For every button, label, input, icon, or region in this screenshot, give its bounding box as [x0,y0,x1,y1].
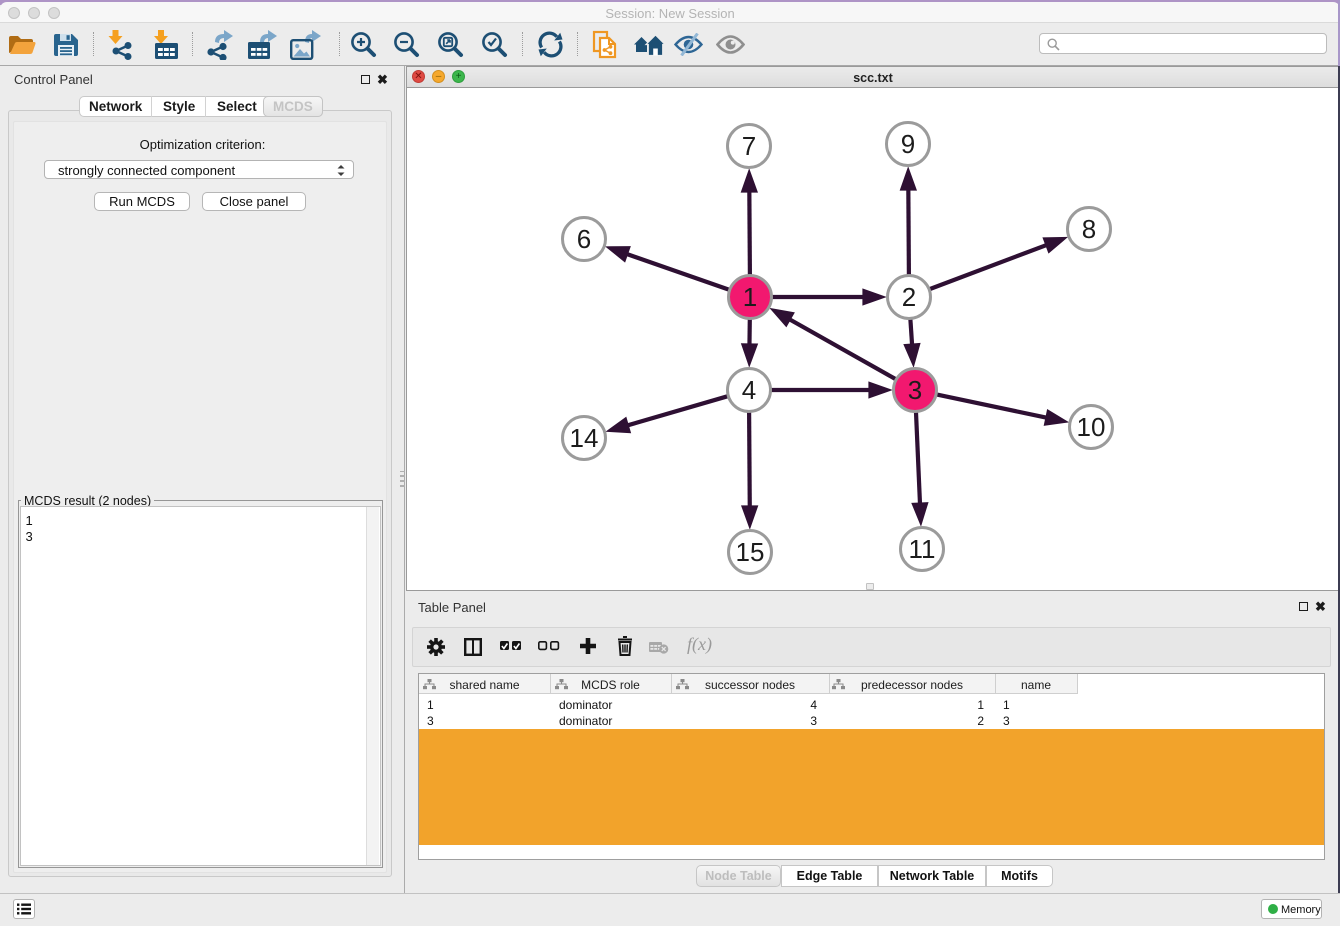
svg-text:2: 2 [902,282,916,312]
svg-text:10: 10 [1077,412,1106,442]
svg-text:9: 9 [901,129,915,159]
svg-text:3: 3 [908,375,922,405]
svg-text:11: 11 [909,534,936,564]
svg-text:15: 15 [736,537,765,567]
svg-text:4: 4 [742,375,756,405]
svg-text:7: 7 [742,131,756,161]
svg-text:6: 6 [577,224,591,254]
svg-text:8: 8 [1082,214,1096,244]
svg-text:14: 14 [570,423,599,453]
svg-text:1: 1 [743,282,757,312]
